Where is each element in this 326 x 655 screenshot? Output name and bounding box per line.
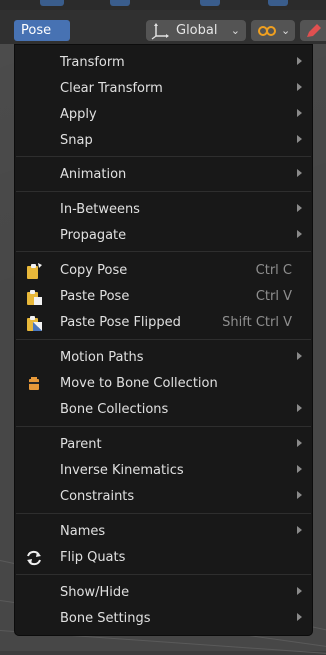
- menu-item-transform[interactable]: Transform: [15, 50, 312, 76]
- menu-item-names[interactable]: Names: [15, 519, 312, 545]
- menu-item-inverse-kinematics[interactable]: Inverse Kinematics: [15, 458, 312, 484]
- submenu-arrow-icon: [297, 230, 302, 238]
- menu-separator: [16, 574, 311, 575]
- top-tab[interactable]: [268, 0, 288, 6]
- submenu-arrow-icon: [297, 352, 302, 360]
- transform-axes-icon: [151, 22, 169, 39]
- top-bar: [0, 0, 326, 10]
- menu-separator: [16, 191, 311, 192]
- pivot-point-dropdown[interactable]: ⌄: [251, 20, 295, 41]
- submenu-arrow-icon: [297, 491, 302, 499]
- pencil-icon: [307, 23, 321, 37]
- submenu-arrow-icon: [297, 526, 302, 534]
- top-tab[interactable]: [110, 0, 130, 6]
- submenu-arrow-icon: [297, 439, 302, 447]
- submenu-arrow-icon: [297, 613, 302, 621]
- paste-pose-flipped-icon: [27, 316, 42, 331]
- submenu-arrow-icon: [297, 169, 302, 177]
- flip-quats-icon: [27, 550, 41, 566]
- submenu-arrow-icon: [297, 465, 302, 473]
- menu-item-bone-settings[interactable]: Bone Settings: [15, 606, 312, 632]
- tool-settings-button[interactable]: [300, 20, 326, 41]
- menu-item-show-hide[interactable]: Show/Hide: [15, 580, 312, 606]
- menu-separator: [16, 156, 311, 157]
- menu-item-apply[interactable]: Apply: [15, 102, 312, 128]
- pose-dropdown-menu: Transform Clear Transform Apply Snap Ani…: [14, 44, 313, 636]
- menu-item-copy-pose[interactable]: Copy Pose Ctrl C: [15, 258, 312, 284]
- pivot-link-icon: [258, 25, 276, 36]
- menu-item-paste-pose[interactable]: Paste Pose Ctrl V: [15, 284, 312, 310]
- menu-item-parent[interactable]: Parent: [15, 432, 312, 458]
- menu-item-propagate[interactable]: Propagate: [15, 223, 312, 249]
- menu-separator: [16, 251, 311, 252]
- paste-pose-icon: [27, 290, 42, 305]
- menu-item-motion-paths[interactable]: Motion Paths: [15, 345, 312, 371]
- menu-item-in-betweens[interactable]: In-Betweens: [15, 197, 312, 223]
- menu-item-flip-quats[interactable]: Flip Quats: [15, 545, 312, 571]
- submenu-arrow-icon: [297, 135, 302, 143]
- submenu-arrow-icon: [297, 204, 302, 212]
- transform-orientation-dropdown[interactable]: Global ⌄: [146, 20, 246, 41]
- submenu-arrow-icon: [297, 83, 302, 91]
- menu-item-clear-transform[interactable]: Clear Transform: [15, 76, 312, 102]
- copy-pose-icon: [27, 263, 42, 279]
- menu-item-move-to-bone-collection[interactable]: Move to Bone Collection: [15, 371, 312, 397]
- top-tab[interactable]: [40, 0, 64, 6]
- submenu-arrow-icon: [297, 109, 302, 117]
- menu-separator: [16, 426, 311, 427]
- bone-collection-icon: [29, 377, 39, 390]
- orientation-label: Global: [176, 23, 218, 38]
- chevron-down-icon: ⌄: [230, 24, 240, 37]
- submenu-arrow-icon: [297, 404, 302, 412]
- menu-separator: [16, 339, 311, 340]
- menu-item-bone-collections[interactable]: Bone Collections: [15, 397, 312, 423]
- pose-menu-button[interactable]: Pose: [14, 20, 70, 41]
- pose-menu-label: Pose: [21, 23, 52, 38]
- submenu-arrow-icon: [297, 57, 302, 65]
- menu-separator: [16, 513, 311, 514]
- menu-item-animation[interactable]: Animation: [15, 162, 312, 188]
- menu-item-snap[interactable]: Snap: [15, 128, 312, 154]
- top-tab[interactable]: [200, 0, 220, 6]
- chevron-down-icon: ⌄: [281, 24, 291, 37]
- menu-item-paste-pose-flipped[interactable]: Paste Pose Flipped Shift Ctrl V: [15, 310, 312, 336]
- menu-item-constraints[interactable]: Constraints: [15, 484, 312, 510]
- submenu-arrow-icon: [297, 587, 302, 595]
